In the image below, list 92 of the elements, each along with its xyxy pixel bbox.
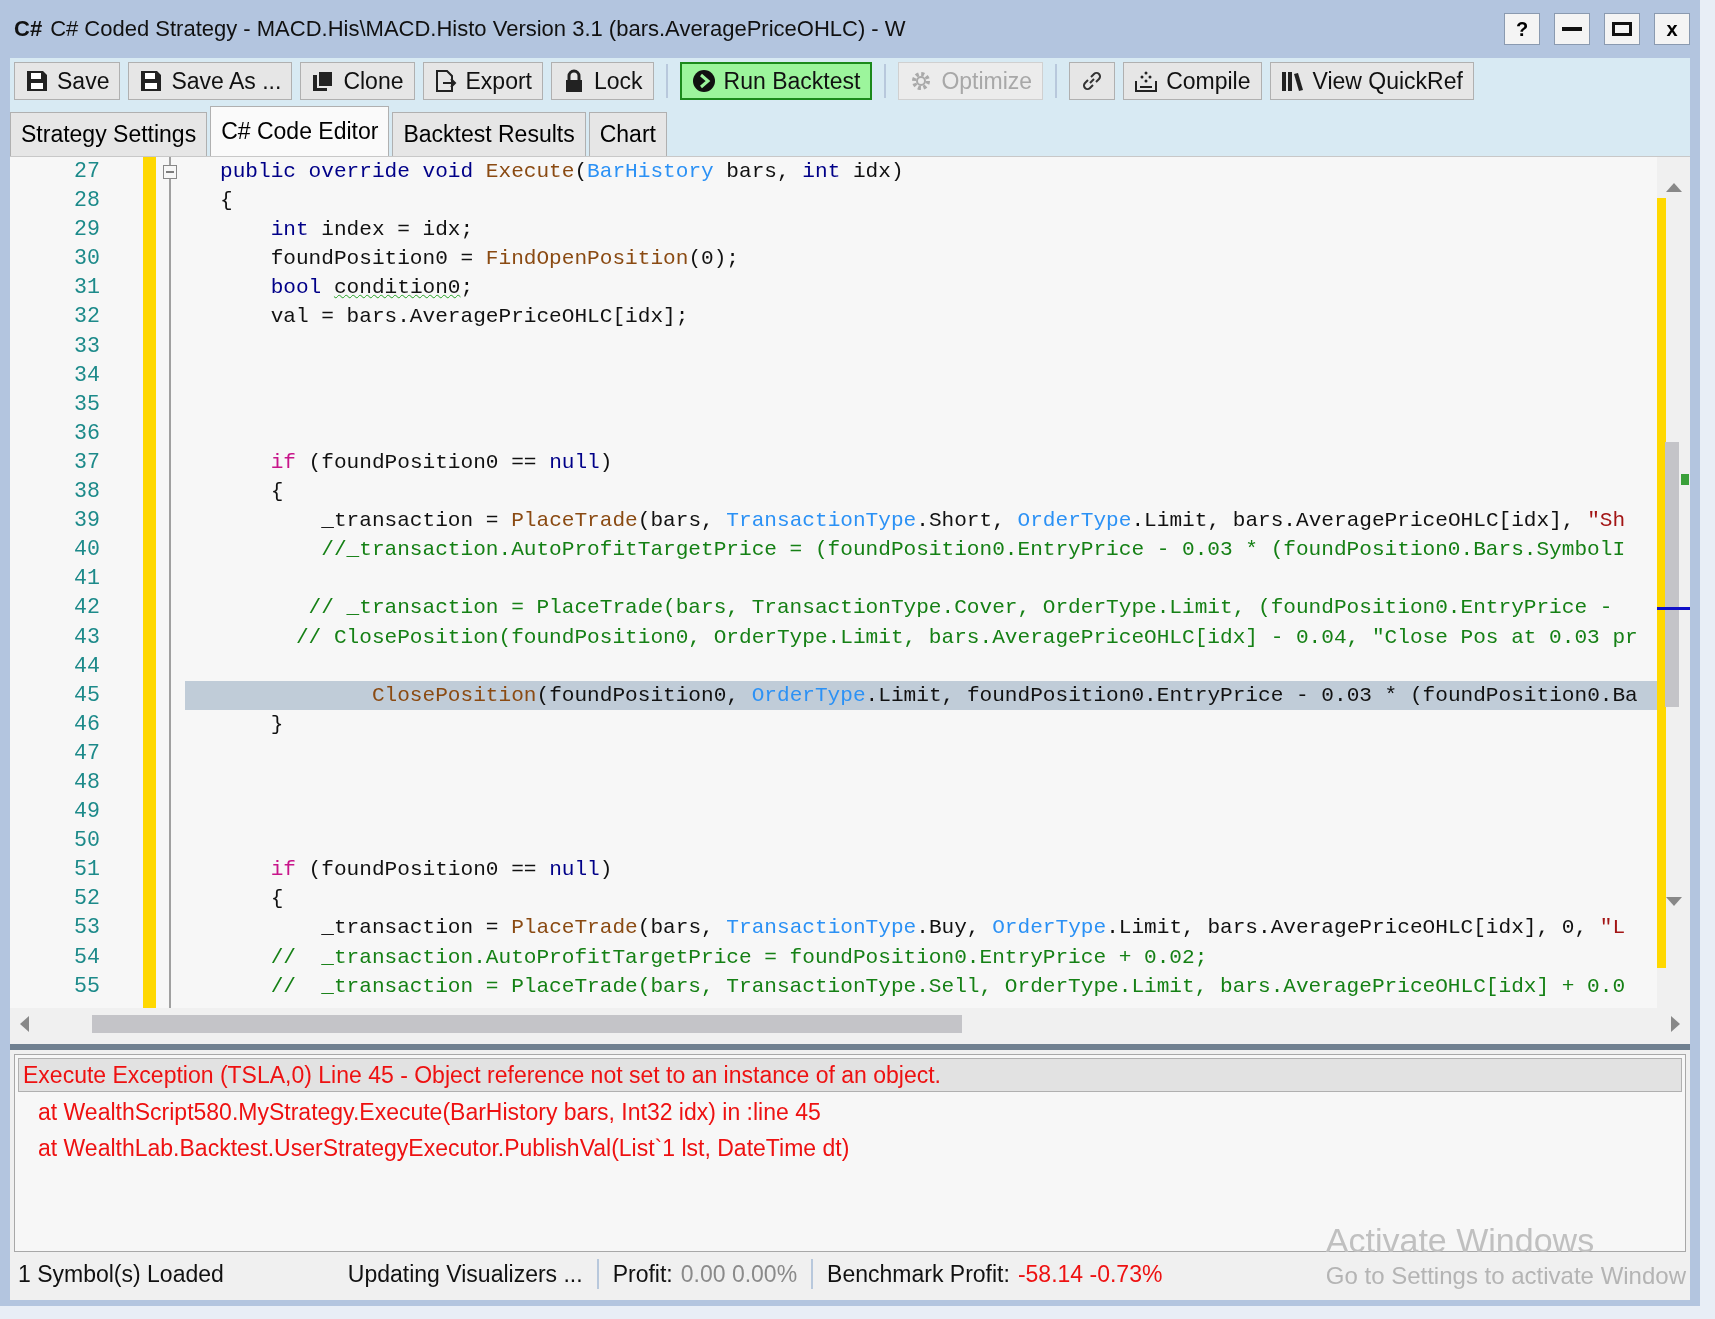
line-number: 42 [73, 594, 101, 622]
line-number: 39 [73, 507, 101, 535]
benchmark-label: Benchmark Profit: [827, 1260, 1010, 1288]
tab[interactable]: Strategy Settings [10, 112, 208, 156]
code-line: { [269, 478, 285, 506]
code-line: _transaction = PlaceTrade(bars, TransactionType.Short, OrderType.Limit, bars.AveragePriceOHLC[idx], "Sh [320, 507, 1627, 535]
line-number: 38 [73, 478, 101, 506]
line-number: 36 [73, 419, 101, 447]
code-line: int index = idx; [269, 216, 475, 244]
status-text: Updating Visualizers ... [347, 1260, 583, 1288]
code-line: // _transaction.AutoProfitTargetPrice = foundPosition0.EntryPrice + 0.02; [269, 943, 1209, 971]
line-number: 45 [73, 681, 101, 709]
line-number: 29 [73, 216, 101, 244]
caret-marker [1657, 607, 1690, 610]
toolbar-button[interactable]: Save As ... [128, 62, 293, 100]
code-editor[interactable] [10, 156, 1690, 1008]
tab[interactable]: C# Code Editor [210, 106, 390, 156]
app-logo: C# [14, 16, 43, 42]
line-number: 35 [73, 390, 101, 418]
line-number: 30 [73, 245, 101, 273]
books-icon [1280, 69, 1305, 93]
play-icon [691, 69, 716, 93]
code-line: bool condition0; [269, 274, 475, 302]
minimize-button[interactable] [1554, 13, 1590, 45]
help-button[interactable]: ? [1504, 13, 1540, 45]
line-number: 37 [73, 448, 101, 476]
code-line: //_transaction.AutoProfitTargetPrice = (foundPosition0.EntryPrice - 0.03 * (foundPosition0.Bars.SymbolI [320, 536, 1627, 564]
line-number: 53 [73, 914, 101, 942]
close-button[interactable]: x [1654, 13, 1690, 45]
scroll-thumb[interactable] [92, 1015, 962, 1033]
code-line: _transaction = PlaceTrade(bars, TransactionType.Buy, OrderType.Limit, bars.AveragePriceOHLC[idx], 0, "L [320, 914, 1627, 942]
tab[interactable]: Backtest Results [392, 112, 586, 156]
activation-text: Go to Settings to activate Window [1325, 1262, 1686, 1290]
line-number: 40 [73, 536, 101, 564]
toolbar-button[interactable]: Export [422, 62, 543, 100]
error-message[interactable]: at WealthLab.Backtest.UserStrategyExecutor.PublishVal(List`1 lst, DateTime dt) [18, 1130, 1682, 1166]
scroll-thumb[interactable] [1665, 442, 1679, 707]
line-number: 41 [73, 565, 101, 593]
line-number: 31 [73, 274, 101, 302]
code-line: public override void Execute(BarHistory bars, int idx) [219, 158, 905, 185]
code-line: // ClosePosition(foundPosition0, OrderType.Limit, bars.AveragePriceOHLC[idx] - 0.04, "Close Pos at 0.03 pr [294, 623, 1639, 651]
line-number: 49 [73, 798, 101, 826]
scroll-down-icon [1665, 896, 1683, 908]
line-number: 27 [73, 158, 101, 185]
line-number: 51 [73, 856, 101, 884]
scroll-right-icon [1670, 1015, 1682, 1033]
benchmark-value: -58.14 -0.73% [1017, 1260, 1163, 1288]
line-number: 48 [73, 768, 101, 796]
line-number: 47 [73, 739, 101, 767]
profit-label: Profit: [612, 1260, 673, 1288]
window-title: C# Coded Strategy - MACD.His\MACD.Histo Version 3.1 (bars.AveragePriceOHLC) - W [50, 16, 907, 42]
tab[interactable]: Chart [588, 112, 667, 156]
code-line: foundPosition0 = FindOpenPosition(0); [269, 245, 740, 273]
toolbar-button[interactable]: Compile [1123, 62, 1262, 100]
line-number: 50 [73, 827, 101, 855]
minimize-icon [1562, 27, 1582, 31]
code-line: } [269, 710, 285, 738]
line-number: 33 [73, 332, 101, 360]
code-line: // _transaction = PlaceTrade(bars, TransactionType.Cover, OrderType.Limit, (foundPosition0.EntryPrice - [307, 594, 1614, 622]
maximize-button[interactable] [1604, 13, 1640, 45]
line-number: 32 [73, 303, 101, 331]
line-number: 28 [73, 187, 101, 215]
toolbar-button[interactable]: Clone [300, 62, 415, 100]
line-number: 55 [73, 972, 101, 1000]
vertical-scrollbar[interactable] [1657, 157, 1690, 1008]
code-line: if (foundPosition0 == null) [269, 856, 614, 884]
dotted-tray-icon [1134, 69, 1159, 93]
code-line: // _transaction = PlaceTrade(bars, TransactionType.Sell, OrderType.Limit, bars.AveragePriceOHLC[idx] + 0.0 [269, 972, 1627, 1000]
document-arrow-icon [433, 69, 458, 93]
collapse-icon [163, 164, 177, 179]
scroll-marker [1681, 474, 1689, 485]
line-number: 43 [73, 623, 101, 651]
toolbar-button[interactable]: Save [14, 62, 121, 100]
line-number: 34 [73, 361, 101, 389]
scroll-left-icon [18, 1015, 30, 1033]
code-line: if (foundPosition0 == null) [269, 448, 614, 476]
toolbar-button[interactable]: Lock [551, 62, 654, 100]
line-number: 54 [73, 943, 101, 971]
maximize-icon [1612, 22, 1632, 36]
code-line: { [219, 187, 234, 215]
profit-value: 0.00 0.00% [680, 1260, 798, 1288]
scroll-up-icon [1665, 181, 1683, 193]
toolbar-button[interactable]: View QuickRef [1269, 62, 1474, 100]
line-number: 44 [73, 652, 101, 680]
status-text: 1 Symbol(s) Loaded [18, 1260, 224, 1288]
line-number: 52 [73, 885, 101, 913]
code-line: { [269, 885, 285, 913]
link-button[interactable] [1069, 62, 1116, 100]
toolbar-button[interactable]: Run Backtest [679, 62, 873, 100]
code-line: val = bars.AveragePriceOHLC[idx]; [269, 303, 690, 331]
error-message[interactable]: at WealthScript580.MyStrategy.Execute(BarHistory bars, Int32 idx) in :line 45 [18, 1094, 1682, 1130]
line-number: 46 [73, 710, 101, 738]
